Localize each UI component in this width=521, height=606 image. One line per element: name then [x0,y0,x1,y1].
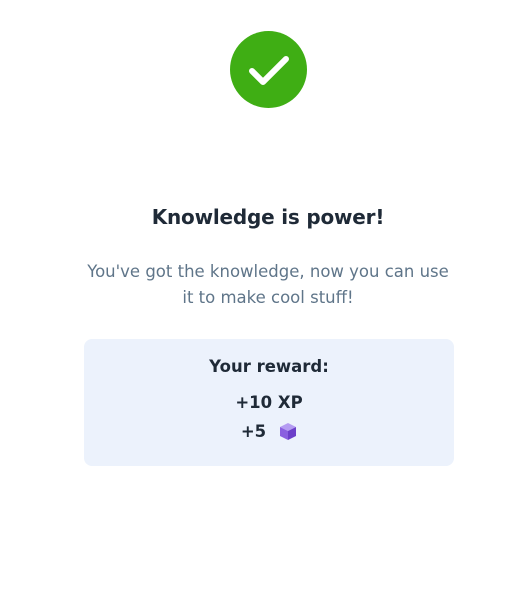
reward-card: Your reward: +10 XP +5 [84,339,454,466]
completion-title: Knowledge is power! [151,205,385,229]
reward-xp: +10 XP [235,393,303,412]
completion-subtitle: You've got the knowledge, now you can us… [87,262,449,307]
reward-heading: Your reward: [209,357,329,376]
success-check-icon [230,31,307,108]
reward-gems-row: +5 [84,422,454,441]
reward-gems-amount: +5 [240,422,267,441]
purple-cube-icon [279,422,297,441]
